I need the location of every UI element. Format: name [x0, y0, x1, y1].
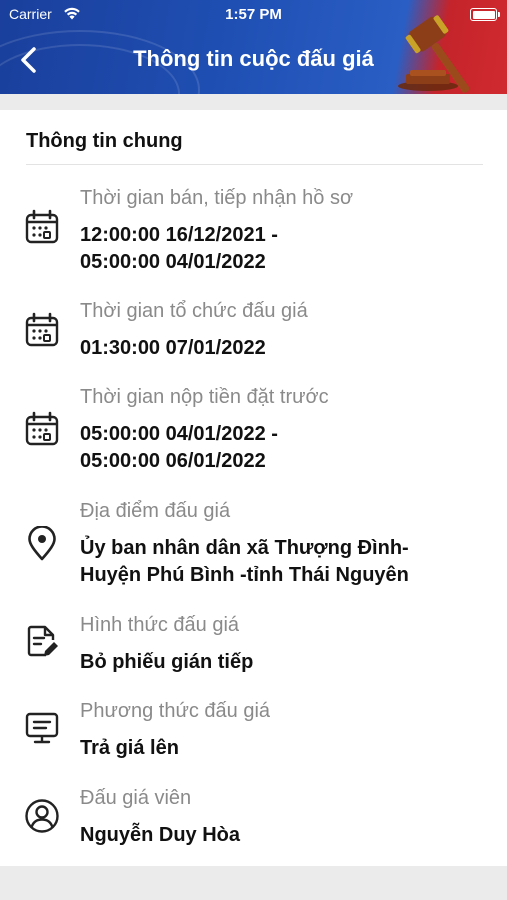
field-value: Nguyễn Duy Hòa [80, 824, 241, 846]
field-label: Thời gian tổ chức đấu giá [80, 300, 308, 322]
field-value: 05:00:00 06/01/2022 [80, 450, 266, 472]
location-pin-icon [28, 526, 56, 561]
field-value: Trả giá lên [80, 737, 179, 759]
field-label: Phương thức đấu giá [80, 700, 271, 722]
calendar-icon [25, 411, 59, 446]
user-circle-icon [25, 799, 59, 833]
field-value: Ủy ban nhân dân xã Thượng Đình- [80, 537, 409, 559]
field-label: Thời gian bán, tiếp nhận hồ sơ [80, 187, 354, 209]
gavel-icon [398, 15, 470, 93]
document-edit-icon [27, 625, 58, 657]
section-title: Thông tin chung [26, 130, 183, 152]
field-label: Địa điểm đấu giá [80, 500, 231, 522]
field-label: Hình thức đấu giá [80, 614, 240, 636]
field-value: 12:00:00 16/12/2021 - [80, 224, 278, 246]
divider [26, 164, 483, 165]
field-label: Thời gian nộp tiền đặt trước [80, 386, 329, 408]
navigation-header: Carrier 1:57 PM Thông tin cuộc đấu giá [0, 0, 507, 94]
field-value: 01:30:00 07/01/2022 [80, 337, 266, 359]
field-value: Bỏ phiếu gián tiếp [80, 651, 254, 673]
field-value: Huyện Phú Bình -tỉnh Thái Nguyên [80, 564, 409, 586]
field-label: Đấu giá viên [80, 787, 192, 809]
calendar-icon [25, 312, 59, 347]
monitor-icon [25, 712, 59, 744]
calendar-icon [25, 209, 59, 244]
field-value: 05:00:00 04/01/2022 - [80, 423, 278, 445]
field-value: 05:00:00 04/01/2022 [80, 251, 266, 273]
